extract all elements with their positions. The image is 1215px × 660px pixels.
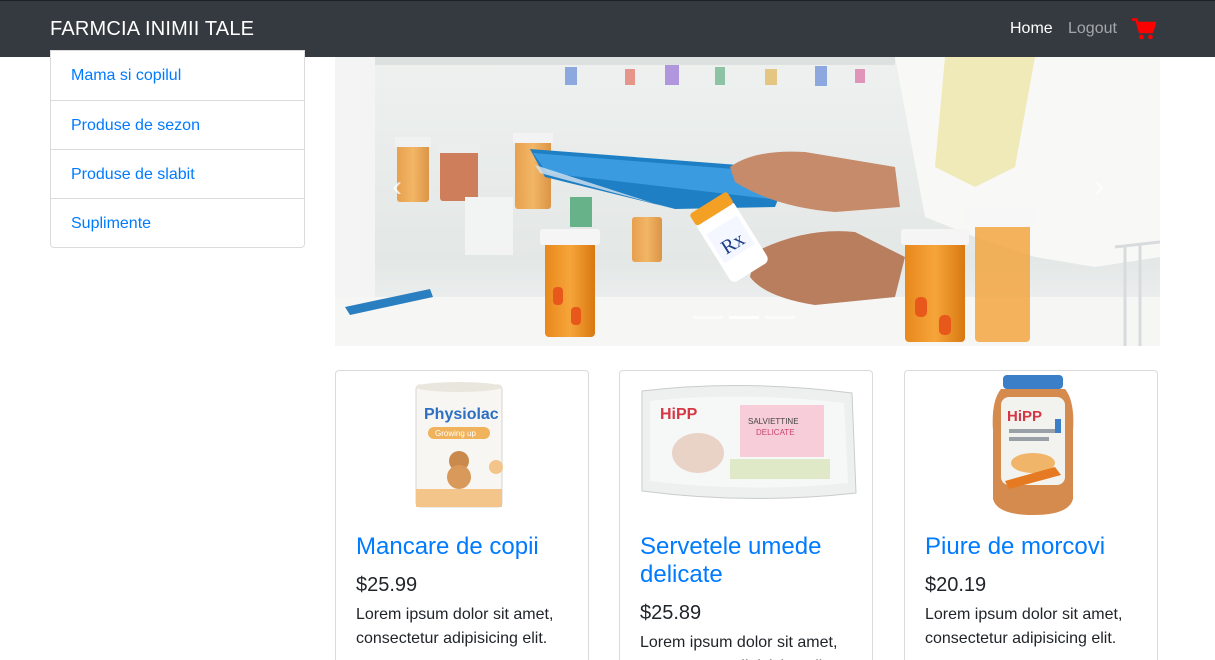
top-navbar: FARMCIA INIMII TALE Home Logout <box>0 0 1215 57</box>
product-description: Lorem ipsum dolor sit amet, consectetur … <box>925 606 1123 647</box>
chevron-left-icon[interactable]: ‹ <box>377 167 417 207</box>
product-price: $25.99 <box>356 574 418 596</box>
svg-text:Growing up: Growing up <box>435 429 476 438</box>
svg-text:DELICATE: DELICATE <box>756 428 795 437</box>
product-card: Physiolac Growing up Mancare de copii $2… <box>335 370 589 660</box>
nav-logout-link[interactable]: Logout <box>1068 20 1117 38</box>
chevron-right-icon[interactable]: › <box>1079 167 1119 207</box>
product-price: $20.19 <box>925 574 987 596</box>
shopping-cart-icon[interactable] <box>1132 18 1156 40</box>
category-list: Mama si copilul Produse de sezon Produse… <box>50 50 305 248</box>
product-title[interactable]: Mancare de copii <box>356 533 571 561</box>
product-image-piure[interactable]: HiPP <box>905 371 1157 521</box>
product-price: $25.89 <box>640 602 702 624</box>
category-item-suplimente[interactable]: Suplimente <box>51 198 304 247</box>
product-card-body: Servetele umede delicate $25.89 Lorem ip… <box>640 533 855 660</box>
category-item-produse-de-slabit[interactable]: Produse de slabit <box>51 149 304 198</box>
hero-carousel: Rx ‹ › <box>335 57 1160 346</box>
svg-text:HiPP: HiPP <box>1007 408 1042 425</box>
product-image-servetele[interactable]: SALVIETTINE DELICATE HiPP <box>620 371 872 521</box>
product-card-body: Piure de morcovi $20.19 Lorem ipsum dolo… <box>925 533 1140 651</box>
carousel-indicators <box>693 316 795 319</box>
category-item-produse-de-sezon[interactable]: Produse de sezon <box>51 100 304 149</box>
svg-text:SALVIETTINE: SALVIETTINE <box>748 417 799 426</box>
product-title[interactable]: Servetele umede delicate <box>640 533 855 589</box>
product-card-body: Mancare de copii $25.99 Lorem ipsum dolo… <box>356 533 571 651</box>
brand-logo[interactable]: FARMCIA INIMII TALE <box>50 18 254 41</box>
product-description: Lorem ipsum dolor sit amet, consectetur … <box>640 634 838 660</box>
carousel-indicator-active[interactable] <box>729 316 759 319</box>
nav-home-link[interactable]: Home <box>1010 20 1053 38</box>
product-card: HiPP Piure de morcovi $20.19 Lorem ipsum… <box>904 370 1158 660</box>
svg-text:HiPP: HiPP <box>660 406 698 423</box>
carousel-slide-image: Rx <box>335 57 1160 346</box>
carousel-indicator[interactable] <box>765 316 795 319</box>
product-title[interactable]: Piure de morcovi <box>925 533 1140 561</box>
carousel-indicator[interactable] <box>693 316 723 319</box>
svg-text:Physiolac: Physiolac <box>424 406 499 423</box>
product-image-physiolac[interactable]: Physiolac Growing up <box>336 371 588 521</box>
category-item-mama-si-copilul[interactable]: Mama si copilul <box>51 51 304 100</box>
product-description: Lorem ipsum dolor sit amet, consectetur … <box>356 606 554 647</box>
product-card: SALVIETTINE DELICATE HiPP Servetele umed… <box>619 370 873 660</box>
